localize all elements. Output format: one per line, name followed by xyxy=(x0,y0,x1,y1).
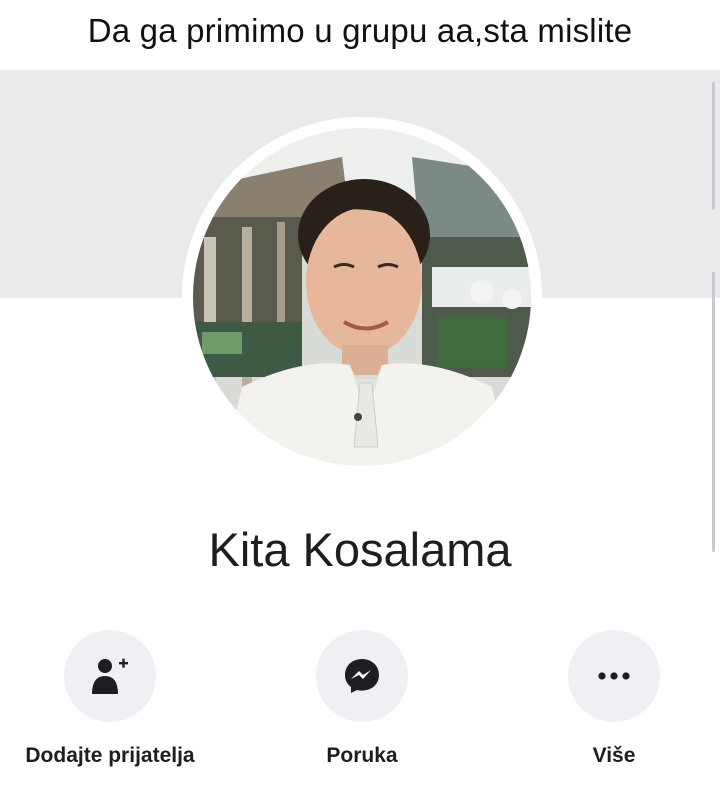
meme-caption: Da ga primimo u grupu aa,sta mislite xyxy=(0,0,720,62)
profile-photo-illustration xyxy=(182,117,542,477)
messenger-icon xyxy=(345,659,379,693)
add-friend-button[interactable] xyxy=(64,630,156,722)
message-label: Poruka xyxy=(326,744,398,767)
more-icon xyxy=(598,672,630,680)
message-action[interactable]: Poruka xyxy=(247,630,477,768)
more-action[interactable]: Više xyxy=(499,630,720,768)
message-button[interactable] xyxy=(316,630,408,722)
more-button[interactable] xyxy=(568,630,660,722)
add-friend-label: Dodajte prijatelja xyxy=(25,744,195,767)
more-label: Više xyxy=(592,744,636,767)
scroll-edge-mark xyxy=(712,272,715,552)
profile-name: Kita Kosalama xyxy=(208,523,512,576)
profile-picture[interactable] xyxy=(182,117,542,477)
scroll-edge-mark xyxy=(712,82,715,210)
add-friend-icon xyxy=(92,658,128,694)
add-friend-action[interactable]: Dodajte prijatelja xyxy=(0,630,225,768)
